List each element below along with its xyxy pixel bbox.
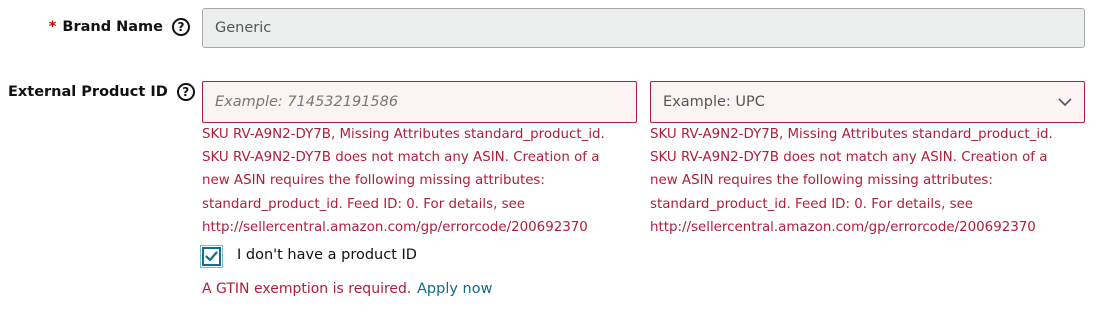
error-line: http://sellercentral.amazon.com/gp/error…: [650, 219, 1036, 235]
product-id-error-left: SKU RV-A9N2-DY7B, Missing Attributes sta…: [202, 123, 642, 239]
product-id-type-select[interactable]: Example: UPC: [650, 81, 1085, 123]
chevron-down-icon: [1058, 98, 1072, 107]
external-product-id-label-text: External Product ID: [8, 84, 168, 100]
help-icon[interactable]: ?: [172, 18, 190, 36]
error-line: new ASIN requires the following missing …: [650, 173, 993, 189]
help-icon[interactable]: ?: [176, 83, 195, 101]
brand-name-input[interactable]: [202, 8, 1085, 48]
error-line: http://sellercentral.amazon.com/gp/error…: [202, 219, 588, 235]
product-id-input[interactable]: [202, 81, 637, 123]
no-product-id-label[interactable]: I don't have a product ID: [237, 247, 417, 263]
error-line: standard_product_id. Feed ID: 0. For det…: [650, 196, 974, 212]
product-id-type-value: Example: UPC: [663, 94, 765, 110]
error-line: SKU RV-A9N2-DY7B, Missing Attributes sta…: [650, 127, 1053, 142]
brand-name-label-text: Brand Name: [62, 19, 163, 35]
product-id-type-error-right: SKU RV-A9N2-DY7B, Missing Attributes sta…: [650, 123, 1090, 239]
error-line: new ASIN requires the following missing …: [202, 173, 545, 189]
checkmark-icon: [205, 251, 218, 262]
error-line: SKU RV-A9N2-DY7B does not match any ASIN…: [650, 150, 1048, 166]
error-line: SKU RV-A9N2-DY7B, Missing Attributes sta…: [202, 127, 605, 142]
no-product-id-checkbox[interactable]: [200, 245, 223, 268]
external-product-id-label: External Product ID ?: [8, 83, 195, 101]
error-line: standard_product_id. Feed ID: 0. For det…: [202, 196, 526, 212]
error-line: SKU RV-A9N2-DY7B does not match any ASIN…: [202, 150, 600, 166]
brand-name-label: * Brand Name ?: [49, 18, 190, 36]
apply-now-link[interactable]: Apply now: [417, 281, 492, 297]
required-marker: *: [48, 19, 57, 35]
gtin-exemption-message: A GTIN exemption is required.: [202, 281, 412, 297]
